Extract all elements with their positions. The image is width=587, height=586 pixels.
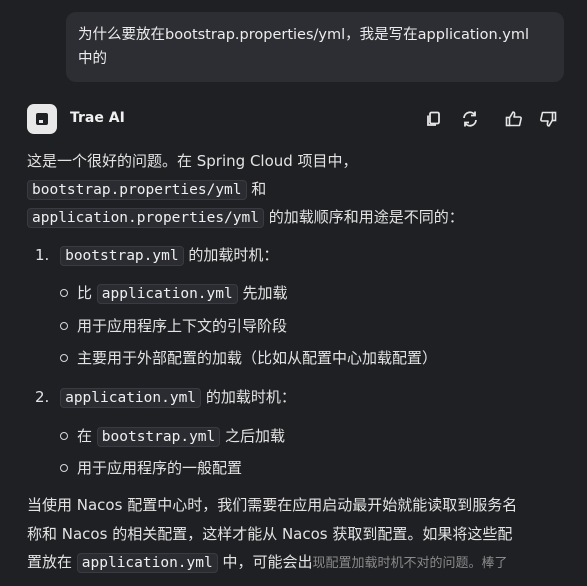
bullet-text: 比 — [77, 284, 97, 302]
user-message-bubble: 为什么要放在bootstrap.properties/yml，我是写在appli… — [66, 12, 564, 82]
assistant-avatar — [27, 104, 57, 134]
user-message-line1: 为什么要放在bootstrap.properties/yml，我是写在appli… — [78, 27, 529, 43]
regenerate-button[interactable] — [457, 106, 483, 132]
dislike-button[interactable] — [535, 106, 561, 132]
inline-code: application.yml — [76, 553, 218, 573]
inline-code: application.properties/yml — [27, 208, 264, 228]
refresh-icon — [463, 111, 477, 127]
answer-intro-line1: 这是一个很好的问题。在 Spring Cloud 项目中， — [27, 150, 358, 171]
message-actions — [417, 106, 567, 132]
bullet-item: 比 application.yml 先加载 — [77, 282, 288, 304]
copy-icon — [427, 111, 440, 126]
copy-button[interactable] — [421, 106, 447, 132]
inline-code: bootstrap.yml — [60, 246, 184, 266]
bullet-marker — [60, 464, 68, 472]
paragraph-line3: 置放在 application.yml 中，可能会出现配置加载时机不对的问题。棒… — [27, 551, 508, 573]
answer-intro-line3: application.properties/yml 的加载顺序和用途是不同的： — [27, 206, 464, 228]
bullet-item: 在 bootstrap.yml 之后加载 — [77, 425, 286, 447]
bullet-marker — [60, 354, 68, 362]
paragraph-text: 中，可能会出 — [217, 553, 313, 571]
bullet-text: 先加载 — [237, 284, 288, 302]
list-item-2: 2. application.yml 的加载时机： — [35, 386, 296, 408]
paragraph-line2: 称和 Nacos 的相关配置，这样才能从 Nacos 获取到配置。如果将这些配 — [27, 525, 513, 543]
bullet-marker — [60, 289, 68, 297]
intro-text: 的加载顺序和用途是不同的： — [263, 208, 464, 226]
inline-code: bootstrap.yml — [96, 427, 221, 447]
bullet-item: 用于应用程序的一般配置 — [77, 457, 242, 478]
list-item-text: 的加载时机： — [201, 388, 296, 406]
list-item-1: 1. bootstrap.yml 的加载时机： — [35, 244, 279, 266]
list-item-text: 的加载时机： — [183, 246, 279, 264]
bullet-text: 主要用于外部配置的加载（比如从配置中心加载配置） — [77, 349, 438, 367]
like-button[interactable] — [501, 106, 527, 132]
watermark-overlay: 现配置加载时机不对的问题。棒了 — [312, 556, 508, 571]
intro-text: 和 — [246, 180, 267, 198]
assistant-header: Trae AI — [27, 104, 567, 136]
bullet-text: 在 — [77, 427, 97, 445]
user-message-line2: 中的 — [78, 51, 107, 67]
bullet-marker — [60, 432, 68, 440]
bullet-item: 用于应用程序上下文的引导阶段 — [77, 315, 287, 336]
inline-code: bootstrap.properties/yml — [27, 180, 247, 200]
intro-text: 这是一个很好的问题。在 Spring Cloud 项目中， — [27, 152, 358, 170]
bullet-marker — [60, 322, 68, 330]
thumbs-up-icon — [505, 111, 522, 127]
bullet-text: 之后加载 — [220, 427, 286, 445]
bullet-item: 主要用于外部配置的加载（比如从配置中心加载配置） — [77, 347, 437, 368]
bullet-text: 用于应用程序的一般配置 — [77, 459, 243, 477]
paragraph-line1: 当使用 Nacos 配置中心时，我们需要在应用启动最开始就能读取到服务名 — [27, 496, 518, 514]
thumbs-down-icon — [540, 111, 557, 127]
inline-code: application.yml — [96, 284, 238, 304]
assistant-name: Trae AI — [70, 110, 125, 126]
paragraph-text: 置放在 — [27, 553, 77, 571]
bullet-text: 用于应用程序上下文的引导阶段 — [77, 317, 288, 335]
answer-intro-line2: bootstrap.properties/yml 和 — [27, 178, 267, 200]
list-number: 1. — [35, 246, 50, 264]
inline-code: application.yml — [60, 388, 202, 408]
list-number: 2. — [35, 388, 50, 406]
